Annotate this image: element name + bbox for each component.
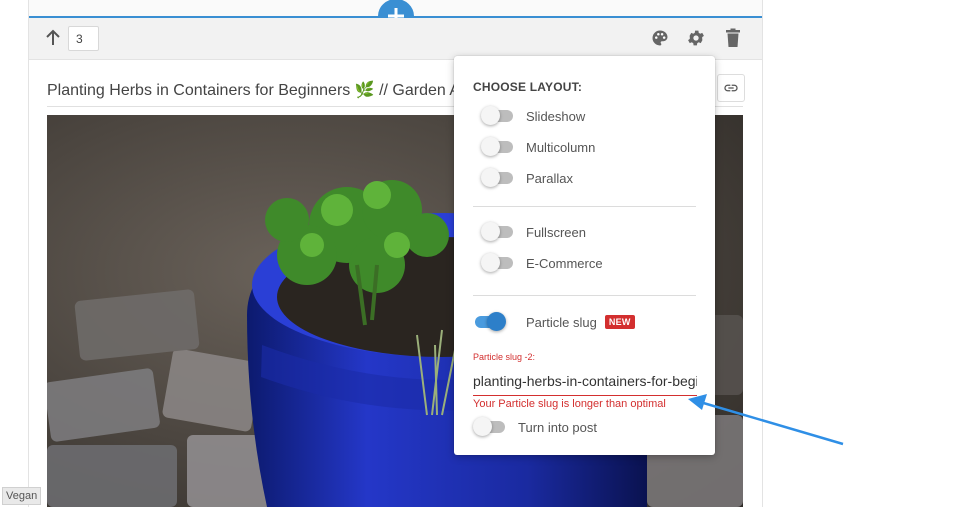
arrow-up-icon[interactable] bbox=[43, 28, 63, 48]
slug-field-caption: Particle slug -2: bbox=[473, 352, 536, 362]
link-button[interactable] bbox=[717, 74, 745, 102]
slug-input[interactable] bbox=[473, 367, 697, 396]
toggle-turn-into-post[interactable]: Turn into post bbox=[473, 417, 597, 437]
toggle-parallax[interactable]: Parallax bbox=[481, 168, 573, 188]
slug-error-message: Your Particle slug is longer than optima… bbox=[473, 398, 666, 410]
gear-icon[interactable] bbox=[685, 27, 707, 49]
layout-settings-popover: CHOOSE LAYOUT: Slideshow Multicolumn Par… bbox=[454, 56, 715, 455]
toggle-fullscreen[interactable]: Fullscreen bbox=[481, 222, 586, 242]
toggle-slideshow[interactable]: Slideshow bbox=[481, 106, 585, 126]
toggle-multicolumn[interactable]: Multicolumn bbox=[481, 137, 595, 157]
toggle-switch[interactable] bbox=[481, 137, 513, 156]
block-toolbar: 3 bbox=[29, 18, 762, 60]
divider bbox=[473, 295, 696, 296]
divider bbox=[473, 206, 696, 207]
sidebar-tag-label[interactable]: Vegan bbox=[2, 487, 42, 505]
toggle-particle-slug[interactable]: Particle slug NEW bbox=[473, 312, 635, 332]
toggle-switch[interactable] bbox=[473, 312, 506, 331]
toggle-switch[interactable] bbox=[481, 222, 513, 241]
toggle-label: Slideshow bbox=[526, 108, 586, 124]
toggle-label: Multicolumn bbox=[526, 139, 596, 155]
toggle-ecommerce[interactable]: E-Commerce bbox=[481, 253, 603, 273]
palette-icon[interactable] bbox=[649, 27, 671, 49]
choose-layout-heading: CHOOSE LAYOUT: bbox=[473, 80, 583, 94]
toggle-label: Particle slug bbox=[526, 314, 597, 330]
toggle-switch[interactable] bbox=[481, 253, 513, 272]
toggle-switch[interactable] bbox=[473, 417, 505, 436]
toggle-label: Fullscreen bbox=[526, 224, 586, 240]
link-icon bbox=[724, 84, 738, 92]
toggle-label: Turn into post bbox=[518, 419, 598, 435]
post-title[interactable]: Planting Herbs in Containers for Beginne… bbox=[47, 80, 457, 100]
block-position-input[interactable]: 3 bbox=[68, 26, 99, 51]
toggle-label: Parallax bbox=[526, 170, 573, 186]
trash-icon[interactable] bbox=[722, 27, 744, 49]
new-badge: NEW bbox=[604, 315, 635, 329]
toggle-switch[interactable] bbox=[481, 168, 513, 187]
toggle-label: E-Commerce bbox=[526, 255, 603, 271]
toggle-switch[interactable] bbox=[481, 106, 513, 125]
